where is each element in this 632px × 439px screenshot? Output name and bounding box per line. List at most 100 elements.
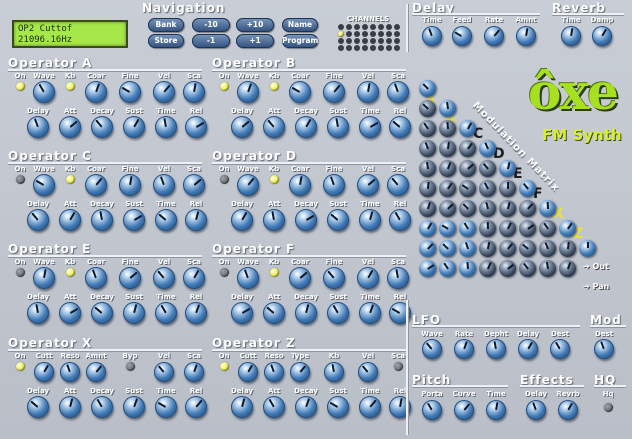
- matrix-knob[interactable]: [479, 240, 496, 257]
- operator-a-kb-led[interactable]: [65, 81, 75, 91]
- operator-c-on-led[interactable]: [15, 174, 25, 184]
- matrix-knob[interactable]: [559, 260, 576, 277]
- operator-e-sust-knob[interactable]: [123, 302, 145, 324]
- operator-b-on-led[interactable]: [219, 81, 229, 91]
- matrix-knob[interactable]: [479, 260, 496, 277]
- channel-led[interactable]: [378, 45, 384, 51]
- operator-z-sca-led[interactable]: [393, 361, 403, 371]
- operator-b-kb-led[interactable]: [269, 81, 279, 91]
- channel-led[interactable]: [378, 24, 384, 30]
- operator-c-time-knob[interactable]: [155, 209, 177, 231]
- operator-e-time-knob[interactable]: [155, 302, 177, 324]
- operator-f-kb-led[interactable]: [269, 267, 279, 277]
- operator-z-att-knob[interactable]: [263, 396, 285, 418]
- channel-led[interactable]: [338, 31, 344, 37]
- operator-f-wave-knob[interactable]: [237, 267, 259, 289]
- operator-a-sust-knob[interactable]: [123, 116, 145, 138]
- m10-button[interactable]: -10: [192, 18, 230, 32]
- operator-d-time-knob[interactable]: [359, 209, 381, 231]
- operator-e-decay-knob[interactable]: [91, 302, 113, 324]
- operator-x-att-knob[interactable]: [59, 396, 81, 418]
- channel-led[interactable]: [338, 38, 344, 44]
- matrix-knob[interactable]: [539, 220, 556, 237]
- channel-led[interactable]: [370, 38, 376, 44]
- operator-d-sca-knob[interactable]: [387, 174, 409, 196]
- operator-a-rel-knob[interactable]: [185, 116, 207, 138]
- channel-led[interactable]: [386, 24, 392, 30]
- lfo-delay-knob[interactable]: [518, 339, 538, 359]
- channel-led[interactable]: [370, 45, 376, 51]
- lfo-rate-knob[interactable]: [454, 339, 474, 359]
- channel-led[interactable]: [338, 24, 344, 30]
- operator-b-rel-knob[interactable]: [389, 116, 411, 138]
- operator-a-fine-knob[interactable]: [119, 81, 141, 103]
- operator-e-att-knob[interactable]: [59, 302, 81, 324]
- channel-led[interactable]: [354, 24, 360, 30]
- matrix-knob[interactable]: [419, 120, 436, 137]
- matrix-feedback-knob[interactable]: [479, 140, 496, 157]
- effects-delay-knob[interactable]: [526, 400, 546, 420]
- operator-b-sca-knob[interactable]: [387, 81, 409, 103]
- operator-d-delay-knob[interactable]: [231, 209, 253, 231]
- channel-led[interactable]: [362, 45, 368, 51]
- operator-c-att-knob[interactable]: [59, 209, 81, 231]
- matrix-feedback-knob[interactable]: [499, 160, 516, 177]
- operator-f-decay-knob[interactable]: [295, 302, 317, 324]
- channel-led[interactable]: [362, 31, 368, 37]
- matrix-knob[interactable]: [439, 200, 456, 217]
- operator-e-fine-knob[interactable]: [119, 267, 141, 289]
- matrix-knob[interactable]: [559, 240, 576, 257]
- operator-f-time-knob[interactable]: [359, 302, 381, 324]
- matrix-knob[interactable]: [459, 180, 476, 197]
- hq-led[interactable]: [603, 402, 613, 412]
- matrix-knob[interactable]: [459, 140, 476, 157]
- operator-e-on-led[interactable]: [15, 267, 25, 277]
- matrix-knob[interactable]: [479, 180, 496, 197]
- operator-a-sca-knob[interactable]: [183, 81, 205, 103]
- channel-led[interactable]: [394, 38, 400, 44]
- matrix-knob[interactable]: [419, 220, 436, 237]
- program-button[interactable]: Program: [282, 34, 318, 48]
- matrix-knob[interactable]: [439, 180, 456, 197]
- matrix-knob[interactable]: [439, 240, 456, 257]
- effects-revrb-knob[interactable]: [558, 400, 578, 420]
- operator-z-cutt-knob[interactable]: [238, 362, 258, 382]
- operator-x-amnt-knob[interactable]: [86, 362, 106, 382]
- operator-c-delay-knob[interactable]: [27, 209, 49, 231]
- matrix-feedback-knob[interactable]: [439, 100, 456, 117]
- operator-b-time-knob[interactable]: [359, 116, 381, 138]
- mod-dest-knob[interactable]: [594, 339, 614, 359]
- p1-button[interactable]: +1: [236, 34, 274, 48]
- operator-b-wave-knob[interactable]: [237, 81, 259, 103]
- operator-a-coar-knob[interactable]: [85, 81, 107, 103]
- operator-e-kb-led[interactable]: [65, 267, 75, 277]
- matrix-knob[interactable]: [419, 100, 436, 117]
- matrix-knob[interactable]: [419, 200, 436, 217]
- operator-d-att-knob[interactable]: [263, 209, 285, 231]
- matrix-knob[interactable]: [459, 260, 476, 277]
- matrix-knob[interactable]: [439, 260, 456, 277]
- operator-c-fine-knob[interactable]: [119, 174, 141, 196]
- operator-e-wave-knob[interactable]: [33, 267, 55, 289]
- operator-z-decay-knob[interactable]: [295, 396, 317, 418]
- operator-f-fine-knob[interactable]: [323, 267, 345, 289]
- operator-d-wave-knob[interactable]: [237, 174, 259, 196]
- operator-e-coar-knob[interactable]: [85, 267, 107, 289]
- operator-z-on-led[interactable]: [219, 361, 229, 371]
- lfo-depht-knob[interactable]: [486, 339, 506, 359]
- operator-a-vel-knob[interactable]: [153, 81, 175, 103]
- operator-b-decay-knob[interactable]: [295, 116, 317, 138]
- matrix-knob[interactable]: [519, 200, 536, 217]
- operator-f-att-knob[interactable]: [263, 302, 285, 324]
- operator-e-vel-knob[interactable]: [153, 267, 175, 289]
- channel-led[interactable]: [346, 24, 352, 30]
- matrix-knob[interactable]: [519, 240, 536, 257]
- operator-b-coar-knob[interactable]: [289, 81, 311, 103]
- operator-x-reso-knob[interactable]: [60, 362, 80, 382]
- delay-feed-knob[interactable]: [452, 26, 472, 46]
- channel-led[interactable]: [354, 38, 360, 44]
- channel-led[interactable]: [386, 38, 392, 44]
- operator-f-sca-knob[interactable]: [387, 267, 409, 289]
- matrix-knob[interactable]: [499, 260, 516, 277]
- operator-z-kb-knob[interactable]: [324, 362, 344, 382]
